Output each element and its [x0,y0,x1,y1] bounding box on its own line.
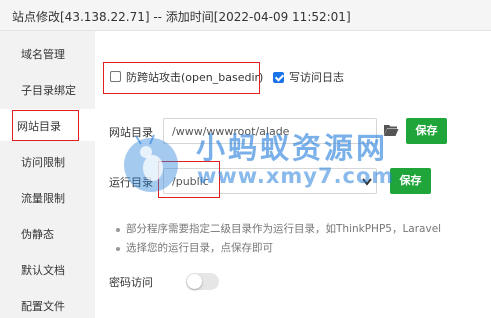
toggle-knob [187,274,202,289]
sidebar-item-label: 配置文件 [21,300,65,313]
tip-bullet [116,247,120,251]
sidebar-item-config-file[interactable]: 配置文件 [0,289,95,318]
sidebar-item-label: 访问限制 [21,156,65,169]
sidebar-item-domain[interactable]: 域名管理 [0,37,95,69]
password-access-toggle[interactable] [186,273,219,290]
tip-text: 部分程序需要指定二级目录作为运行目录，如ThinkPHP5，Laravel [126,223,442,235]
run-dir-save-button[interactable]: 保存 [390,168,431,194]
sidebar-item-default-doc[interactable]: 默认文档 [0,253,95,285]
site-dir-save-button[interactable]: 保存 [406,118,447,144]
sidebar-item-traffic-limit[interactable]: 流量限制 [0,181,95,213]
tip-text: 选择您的运行目录，点保存即可 [126,242,273,254]
password-access-label: 密码访问 [109,276,153,289]
sidebar: 域名管理 子目录绑定 网站目录 访问限制 流量限制 伪静态 默认文档 配置文件 [0,31,95,318]
sidebar-highlight-box [12,110,79,141]
sidebar-item-label: 子目录绑定 [21,84,76,97]
sidebar-item-label: 域名管理 [21,48,65,61]
sidebar-item-rewrite[interactable]: 伪静态 [0,217,95,249]
watermark-title: 小蚂蚁资源网 [196,131,389,165]
window-title: 站点修改[43.138.22.71] -- 添加时间[2022-04-09 11… [12,10,351,24]
site-dir-label: 网站目录 [109,126,153,139]
sidebar-item-label: 伪静态 [21,228,54,241]
sidebar-item-access-limit[interactable]: 访问限制 [0,145,95,177]
sidebar-item-label: 流量限制 [21,192,65,205]
access-log-checkbox[interactable] [273,72,284,83]
open-basedir-highlight-box [103,62,260,94]
sidebar-item-subdir-binding[interactable]: 子目录绑定 [0,73,95,105]
sidebar-item-label: 默认文档 [21,264,65,277]
title-bar: 站点修改[43.138.22.71] -- 添加时间[2022-04-09 11… [0,0,491,31]
run-dir-label: 运行目录 [109,176,153,189]
watermark-url: www.xmy7.com [197,164,395,188]
tip-bullet [116,228,120,232]
access-log-label: 写访问日志 [289,71,344,84]
